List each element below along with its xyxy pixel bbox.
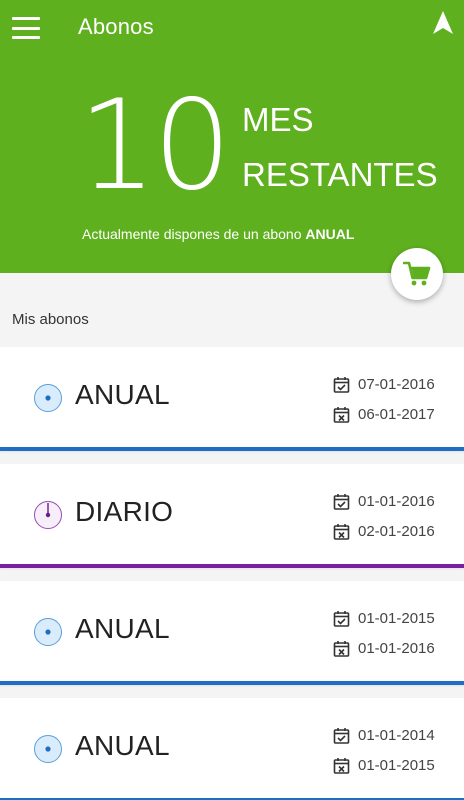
calendar-check-icon bbox=[333, 493, 350, 510]
subscription-card[interactable]: ANUAL 01-01-2014 01-01-2015 bbox=[0, 698, 464, 800]
subscription-type: ANUAL bbox=[75, 613, 170, 644]
calendar-x-icon bbox=[333, 406, 350, 423]
annual-dot-icon bbox=[34, 384, 62, 412]
start-date: 07-01-2016 bbox=[358, 375, 435, 393]
subscription-color-bar bbox=[0, 564, 464, 568]
status-prefix: Actualmente dispones de un abono bbox=[82, 226, 302, 242]
subscription-type: DIARIO bbox=[75, 496, 174, 527]
calendar-check-icon bbox=[333, 727, 350, 744]
calendar-x-icon bbox=[333, 640, 350, 657]
end-date: 02-01-2016 bbox=[358, 522, 435, 540]
start-date: 01-01-2016 bbox=[358, 492, 435, 510]
current-subscription-text: Actualmente dispones de un abono ANUAL bbox=[82, 226, 354, 242]
calendar-check-icon bbox=[333, 610, 350, 627]
page-title: Abonos bbox=[78, 14, 154, 39]
subscription-type: ANUAL bbox=[75, 730, 170, 761]
end-date: 06-01-2017 bbox=[358, 405, 435, 423]
subscription-color-bar bbox=[0, 681, 464, 685]
start-date-row: 07-01-2016 bbox=[333, 374, 435, 394]
annual-dot-icon bbox=[34, 618, 62, 646]
end-date-row: 01-01-2015 bbox=[333, 755, 435, 775]
start-date-row: 01-01-2016 bbox=[333, 491, 435, 511]
buy-subscription-button[interactable] bbox=[391, 248, 443, 300]
status-type: ANUAL bbox=[305, 226, 355, 242]
start-date: 01-01-2014 bbox=[358, 726, 435, 744]
remaining-unit: MES bbox=[242, 101, 314, 138]
end-date-row: 02-01-2016 bbox=[333, 521, 435, 541]
remaining-count: 10 bbox=[78, 74, 232, 218]
remaining-label: RESTANTES bbox=[242, 156, 438, 193]
subscription-color-bar bbox=[0, 447, 464, 451]
hamburger-menu-icon[interactable] bbox=[12, 17, 40, 39]
navigation-arrow-icon[interactable] bbox=[431, 10, 455, 36]
summary-header: Abonos 10 MES RESTANTES Actualmente disp… bbox=[0, 0, 464, 273]
end-date-row: 01-01-2016 bbox=[333, 638, 435, 658]
shopping-cart-icon bbox=[403, 261, 431, 286]
end-date: 01-01-2016 bbox=[358, 639, 435, 657]
end-date: 01-01-2015 bbox=[358, 756, 435, 774]
start-date: 01-01-2015 bbox=[358, 609, 435, 627]
calendar-x-icon bbox=[333, 523, 350, 540]
end-date-row: 06-01-2017 bbox=[333, 404, 435, 424]
start-date-row: 01-01-2015 bbox=[333, 608, 435, 628]
section-title: Mis abonos bbox=[12, 311, 89, 328]
start-date-row: 01-01-2014 bbox=[333, 725, 435, 745]
subscription-card[interactable]: ANUAL 01-01-2015 01-01-2016 bbox=[0, 581, 464, 685]
calendar-x-icon bbox=[333, 757, 350, 774]
subscription-card[interactable]: ANUAL 07-01-2016 06-01-2017 bbox=[0, 347, 464, 451]
daily-clock-icon bbox=[34, 501, 62, 529]
subscription-type: ANUAL bbox=[75, 379, 170, 410]
calendar-check-icon bbox=[333, 376, 350, 393]
subscription-card[interactable]: DIARIO 01-01-2016 02-01-2016 bbox=[0, 464, 464, 568]
annual-dot-icon bbox=[34, 735, 62, 763]
